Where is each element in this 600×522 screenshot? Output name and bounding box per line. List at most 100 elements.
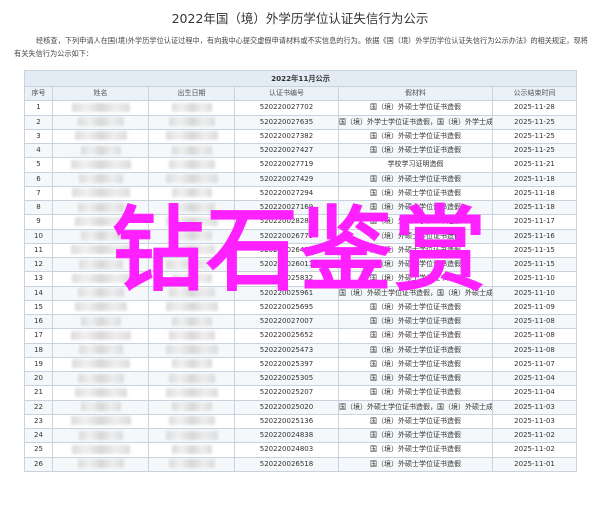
false-material-cell: 国（境）外硕士学位证书造假 <box>338 100 493 116</box>
false-material-cell: 国（境）外硕士学位证书造假 <box>338 299 493 316</box>
notice-end-date-cell: 2025-11-18 <box>491 171 578 187</box>
redaction-blur <box>171 359 212 369</box>
false-material-cell: 国（境）外硕士学位证书造假 <box>338 456 493 472</box>
redacted-name-cell <box>52 313 149 330</box>
redaction-blur <box>168 159 215 169</box>
certificate-number-cell: 520220024803 <box>234 442 339 458</box>
row-number-cell: 2 <box>24 114 53 130</box>
table-row: 12 520220026011 国（境）外硕士学位证书造假 2025-11-15 <box>24 256 578 273</box>
false-material-cell: 国（境）外硕士学位证书造假 <box>338 427 493 444</box>
table-row: 18 520220025473 国（境）外硕士学位证书造假 2025-11-08 <box>24 342 578 358</box>
redaction-blur <box>171 402 212 412</box>
redaction-blur <box>71 444 130 454</box>
redaction-blur <box>168 416 215 426</box>
table-header-cell: 姓名 <box>52 85 149 102</box>
redacted-name-cell <box>52 128 149 145</box>
redacted-birthdate-cell <box>148 356 235 373</box>
notice-end-date-cell: 2025-11-03 <box>491 413 578 430</box>
certificate-number-cell: 520220025652 <box>234 328 339 344</box>
table-header-cell: 出生日期 <box>148 85 235 102</box>
row-number-cell: 15 <box>24 299 53 316</box>
redaction-blur <box>70 330 131 340</box>
redaction-blur <box>74 216 127 226</box>
notice-end-date-cell: 2025-11-10 <box>491 271 578 287</box>
certificate-number-cell: 520220025136 <box>234 413 339 430</box>
redacted-birthdate-cell <box>148 385 235 401</box>
row-number-cell: 17 <box>24 328 53 344</box>
row-number-cell: 16 <box>24 313 53 330</box>
row-number-cell: 21 <box>24 385 53 401</box>
table-row: 22 520220025020国（境）外硕士学位证书造假，国（境）外硕士成绩单造假… <box>24 399 578 415</box>
redaction-blur <box>168 373 215 383</box>
row-number-cell: 12 <box>24 256 53 273</box>
false-material-cell: 国（境）外硕士学位证书造假 <box>338 128 493 145</box>
redacted-name-cell <box>52 271 149 287</box>
redacted-birthdate-cell <box>148 100 235 116</box>
notice-end-date-cell: 2025-11-21 <box>491 157 578 173</box>
table-row: 2 520220027635国（境）外学士学位证书造假，国（境）外学士成绩单造假2… <box>24 114 578 130</box>
false-material-cell: 国（境）外硕士学位证书造假 <box>338 442 493 458</box>
row-number-cell: 4 <box>24 142 53 159</box>
table-caption: 2022年11月公示 <box>23 70 578 87</box>
redaction-blur <box>165 131 218 141</box>
redaction-blur <box>165 430 218 440</box>
redaction-blur <box>165 387 218 397</box>
table-container: 2022年11月公示 序号 姓名 出生日期 认证书编号 假材料 公示结束时间 1 52022… <box>23 70 578 472</box>
table-row: 10 520220026779 国（境）外硕士学位证书造假 2025-11-16 <box>24 228 578 244</box>
redaction-blur <box>78 259 123 269</box>
certificate-number-cell: 520220025397 <box>234 356 339 373</box>
redaction-blur <box>168 202 215 212</box>
notice-end-date-cell: 2025-11-07 <box>491 356 578 373</box>
redaction-blur <box>171 145 212 155</box>
notice-end-date-cell: 2025-11-25 <box>491 114 578 130</box>
redacted-name-cell <box>52 356 149 373</box>
redacted-name-cell <box>52 228 149 244</box>
row-number-cell: 24 <box>24 427 53 444</box>
certificate-number-cell: 520220027719 <box>234 157 339 173</box>
row-number-cell: 9 <box>24 214 53 230</box>
redacted-birthdate-cell <box>148 228 235 244</box>
false-material-cell: 国（境）外硕士学位证书造假 <box>338 142 493 159</box>
table-row: 25 520220024803 国（境）外硕士学位证书造假 2025-11-02 <box>24 442 578 458</box>
notice-end-date-cell: 2025-11-25 <box>491 128 578 145</box>
redaction-blur <box>171 273 212 283</box>
redaction-blur <box>165 216 218 226</box>
certificate-number-cell: 520220027007 <box>234 313 339 330</box>
row-number-cell: 5 <box>24 157 53 173</box>
redaction-blur <box>165 259 218 269</box>
notice-end-date-cell: 2025-11-02 <box>491 427 578 444</box>
certificate-number-cell: 520220025473 <box>234 342 339 358</box>
redaction-blur <box>171 316 212 326</box>
page-title: 2022年国（境）外学历学位认证失信行为公示 <box>171 11 429 26</box>
redacted-birthdate-cell <box>148 128 235 145</box>
false-material-cell: 国（境）外学士学位证书造假，国（境）外学士成绩单造假 <box>338 114 493 130</box>
table-header-cell: 假材料 <box>338 85 493 102</box>
redaction-blur <box>74 131 127 141</box>
table-row: 1 520220027702 国（境）外硕士学位证书造假 2025-11-28 <box>24 100 578 116</box>
table-header-cell: 序号 <box>24 85 53 102</box>
redacted-name-cell <box>52 100 149 116</box>
certificate-number-cell: 520220026779 <box>234 228 339 244</box>
redaction-blur <box>70 416 131 426</box>
redaction-blur <box>70 245 131 255</box>
notice-end-date-cell: 2025-11-28 <box>491 100 578 116</box>
redaction-blur <box>168 245 215 255</box>
redacted-birthdate-cell <box>148 256 235 273</box>
table-row: 20 520220025305 国（境）外硕士学位证书造假 2025-11-04 <box>24 370 578 387</box>
redaction-blur <box>71 188 130 198</box>
redaction-blur <box>70 159 131 169</box>
row-number-cell: 14 <box>24 285 53 301</box>
false-material-cell: 国（境）外硕士学位证书造假 <box>338 385 493 401</box>
table-row: 13 520220025832 国（境）外硕士学位证书造假 2025-11-10 <box>24 271 578 287</box>
redacted-name-cell <box>52 142 149 159</box>
false-material-cell: 国（境）外硕士学位证书造假 <box>338 185 493 202</box>
table-row: 5 520220027719 学校学习证明造假 2025-11-21 <box>24 157 578 173</box>
table-row: 24 520220024838 国（境）外硕士学位证书造假 2025-11-02 <box>24 427 578 444</box>
row-number-cell: 20 <box>24 370 53 387</box>
row-number-cell: 19 <box>24 356 53 373</box>
false-material-cell: 国（境）外硕士学位证书造假 <box>338 228 493 244</box>
false-material-cell: 国（境）外硕士学位证书造假，国（境）外硕士成绩单造假 <box>338 285 493 301</box>
redacted-birthdate-cell <box>148 399 235 415</box>
row-number-cell: 22 <box>24 399 53 415</box>
redaction-blur <box>168 117 215 127</box>
